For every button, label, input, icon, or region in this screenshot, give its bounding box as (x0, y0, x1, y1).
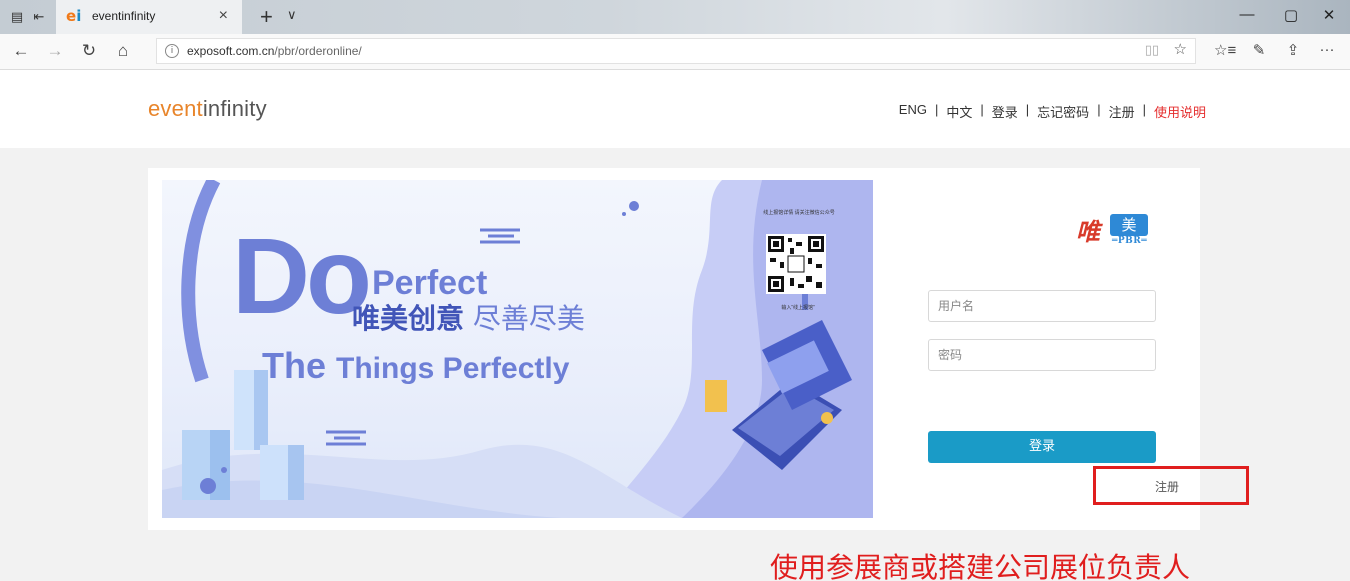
nav-separator: | (980, 102, 984, 117)
site-logo[interactable]: eventinfinity (148, 96, 267, 122)
tab-close-icon[interactable]: × (219, 7, 228, 25)
tab-preview-icon[interactable]: ▤ (8, 8, 26, 26)
nav-separator: | (1025, 102, 1030, 117)
banner-perfect-text: Perfect (372, 264, 488, 302)
maximize-button[interactable]: ▢ (1276, 6, 1306, 24)
browser-address-bar: ← → ↻ ⌂ i exposoft.com.cn/pbr/orderonlin… (0, 34, 1350, 70)
username-input[interactable]: 用户名 (928, 290, 1156, 322)
nav-chinese-link[interactable]: 中文 (946, 102, 972, 121)
minimize-button[interactable]: — (1232, 6, 1262, 23)
close-window-button[interactable]: ✕ (1314, 6, 1344, 24)
site-favicon-icon: ei (66, 7, 82, 25)
banner-do-text: Do (232, 215, 372, 336)
favorites-hub-icon[interactable]: ☆≡ (1214, 41, 1236, 59)
nav-eng-link[interactable]: ENG (899, 102, 927, 121)
new-tab-button[interactable]: + (260, 4, 273, 30)
browser-tab-bar: ▤ ⇤ ei eventinfinity × + ∨ — ▢ ✕ (0, 0, 1350, 34)
login-button[interactable]: 登录 (928, 431, 1156, 463)
nav-separator: | (1097, 102, 1101, 117)
nav-forgot-password-link[interactable]: 忘记密码 (1037, 102, 1089, 121)
set-tabs-aside-icon[interactable]: ⇤ (30, 8, 48, 26)
url-host: exposoft.com.cn (187, 44, 275, 58)
tab-title: eventinfinity (92, 9, 156, 23)
site-header: eventinfinity ENG | 中文 | 登录 | 忘记密码 | 注册 … (0, 70, 1350, 148)
url-path: /pbr/orderonline/ (274, 44, 362, 58)
url-input[interactable]: i exposoft.com.cn/pbr/orderonline/ ▯▯ ☆ (156, 38, 1196, 64)
tab-list-chevron-icon[interactable]: ∨ (287, 7, 297, 23)
reading-view-icon[interactable]: ▯▯ (1145, 42, 1159, 58)
top-nav: ENG | 中文 | 登录 | 忘记密码 | 注册 | 使用说明 (899, 102, 1206, 121)
nav-separator: | (1142, 102, 1146, 117)
qr-code-image (766, 234, 826, 294)
forward-button[interactable]: → (44, 41, 66, 61)
nav-instructions-link[interactable]: 使用说明 (1154, 102, 1206, 121)
nav-separator: | (934, 102, 939, 117)
password-input[interactable]: 密码 (928, 339, 1156, 371)
notice-text: 使用参展商或搭建公司展位负责人 (770, 551, 1191, 581)
banner-things-perfectly: The Things Perfectly (262, 345, 570, 386)
qr-caption-bottom: 输入“线上报馆” (781, 305, 815, 311)
web-notes-icon[interactable]: ✎ (1248, 41, 1270, 59)
more-menu-icon[interactable]: ··· (1316, 41, 1338, 58)
pbr-brand-logo: 唯 美 ═PBR═ (1076, 214, 1148, 246)
browser-tab[interactable]: ei eventinfinity × (56, 0, 242, 34)
qr-caption-top: 线上报馆详情 请关注微信公众号 (763, 210, 835, 216)
refresh-button[interactable]: ↻ (78, 41, 100, 61)
banner-chinese-slogan: 唯美创意 尽善尽美 (352, 302, 585, 335)
register-highlight-box (1093, 466, 1249, 505)
promo-banner: Do Perfect 唯美创意 尽善尽美 The Things Perfectl… (162, 180, 873, 518)
nav-login-link[interactable]: 登录 (992, 102, 1018, 121)
home-button[interactable]: ⌂ (112, 41, 134, 61)
site-info-icon[interactable]: i (165, 44, 179, 58)
back-button[interactable]: ← (10, 41, 32, 61)
share-icon[interactable]: ⇪ (1282, 41, 1304, 59)
nav-register-link[interactable]: 注册 (1109, 102, 1135, 121)
add-favorite-icon[interactable]: ☆ (1174, 40, 1187, 58)
